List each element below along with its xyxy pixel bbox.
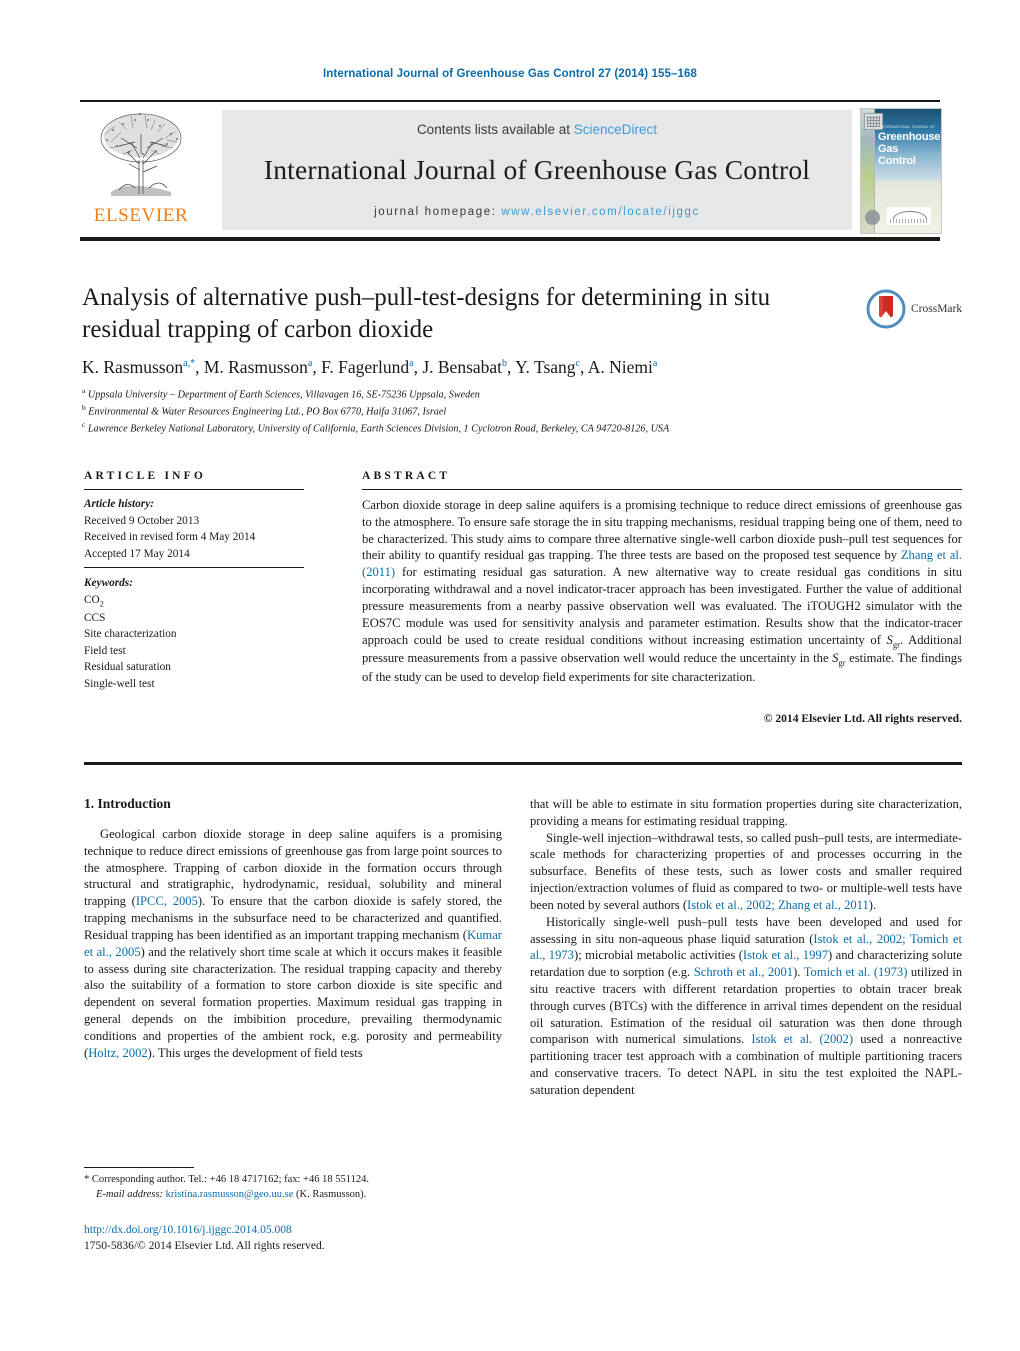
doi-link[interactable]: http://dx.doi.org/10.1016/j.ijggc.2014.0… (84, 1224, 292, 1236)
affiliation-item: b Environmental & Water Resources Engine… (82, 402, 447, 418)
author-affiliation-mark: a (652, 358, 658, 370)
author-affiliation-mark: a (409, 358, 414, 370)
cover-title-line-2: Gas Control (878, 143, 916, 167)
article-history-item-0: Received 9 October 2013 (84, 514, 200, 527)
footnote-rule (84, 1167, 194, 1168)
author-name: F. Fagerlunda (321, 357, 414, 377)
article-history-item-1: Received in revised form 4 May 2014 (84, 531, 256, 544)
cover-badge-icon (865, 210, 880, 225)
citation-link[interactable]: Istok et al., 2002; Zhang et al., 2011 (687, 898, 869, 912)
paragraph: Geological carbon dioxide storage in dee… (84, 827, 503, 1060)
section-heading-introduction: 1. Introduction (84, 796, 171, 811)
crossmark-badge[interactable]: CrossMark (866, 286, 964, 332)
author-name: Y. Tsangc (515, 357, 580, 377)
body-column-right: that will be able to estimate in situ fo… (530, 796, 962, 1099)
abstract-bottom-rule (84, 762, 962, 765)
email-owner: (K. Rasmusson). (296, 1189, 367, 1201)
cover-society-logo (887, 207, 931, 225)
citation-link[interactable]: IPCC, 2005 (136, 894, 198, 908)
affiliation-mark: c (82, 419, 86, 429)
article-history-item-2: Accepted 17 May 2014 (84, 547, 190, 560)
contents-available-line: Contents lists available at ScienceDirec… (222, 110, 852, 137)
abstract-text: Carbon dioxide storage in deep saline aq… (362, 498, 962, 685)
crossmark-icon (866, 289, 906, 329)
keyword-item-5: Single-well test (84, 677, 155, 690)
keywords-label: Keywords: (84, 577, 133, 589)
page-title: Analysis of alternative push–pull-test-d… (82, 284, 771, 343)
citation-link[interactable]: Holtz, 2002 (88, 1046, 147, 1060)
elsevier-wordmark: ELSEVIER (93, 205, 189, 226)
info-heading-rule (84, 489, 304, 490)
running-head: International Journal of Greenhouse Gas … (323, 68, 697, 80)
email-link[interactable]: kristina.rasmusson@geo.uu.se (166, 1189, 294, 1200)
email-note: E-mail address: kristina.rasmusson@geo.u… (84, 1187, 504, 1202)
elsevier-logo: ELSEVIER (80, 108, 202, 232)
citation-link[interactable]: Istok et al. (2002) (751, 1032, 853, 1046)
citation-link[interactable]: Istok et al., 1997 (743, 948, 828, 962)
homepage-prefix: journal homepage: (374, 206, 502, 218)
affiliation-item: c Lawrence Berkeley National Laboratory,… (82, 419, 670, 435)
author-name: M. Rasmussona (203, 357, 313, 377)
article-history-label: Article history: (84, 498, 154, 510)
affiliation-item: a Uppsala University – Department of Ear… (82, 386, 480, 401)
journal-band: Contents lists available at ScienceDirec… (222, 110, 852, 230)
citation-link[interactable]: Tomich et al. (1973) (804, 965, 908, 979)
keyword-item-3: Field test (84, 644, 126, 657)
author-affiliation-mark: a (307, 358, 313, 370)
paragraph: Single-well injection–withdrawal tests, … (530, 830, 962, 912)
cover-title-line-1: Greenhouse (878, 131, 941, 143)
info-keywords-rule (84, 567, 304, 568)
journal-title: International Journal of Greenhouse Gas … (263, 154, 811, 185)
keyword-item-4: Residual saturation (84, 661, 171, 674)
masthead-bottom-rule (80, 237, 940, 241)
citation-link[interactable]: Schroth et al., 2001 (694, 965, 793, 979)
cover-supertitle: INTERNATIONAL JOURNAL OF (880, 125, 936, 129)
contents-prefix: Contents lists available at (416, 122, 574, 137)
journal-cover-thumbnail: INTERNATIONAL JOURNAL OF Greenhouse Gas … (860, 108, 942, 234)
abstract-heading: ABSTRACT (362, 470, 451, 482)
keyword-item-0: CO2 (84, 593, 104, 608)
sciencedirect-link[interactable]: ScienceDirect (574, 122, 657, 137)
email-label: E-mail address: (96, 1189, 163, 1201)
author-affiliation-mark: c (575, 358, 580, 370)
corresponding-author-note: * Corresponding author. Tel.: +46 18 471… (84, 1174, 369, 1185)
keyword-item-2: Site characterization (84, 628, 177, 641)
journal-homepage-link[interactable]: www.elsevier.com/locate/ijggc (501, 206, 700, 218)
affiliation-mark: b (82, 402, 86, 412)
journal-masthead: ELSEVIER Contents lists available at Sci… (80, 100, 942, 238)
citation-link[interactable]: Zhang et al. (2011) (362, 548, 962, 579)
author-name: K. Rasmussona,* (82, 357, 196, 377)
abstract-heading-rule (362, 489, 962, 490)
issn-copyright: 1750-5836/© 2014 Elsevier Ltd. All right… (84, 1240, 325, 1252)
article-info-heading: ARTICLE INFO (84, 470, 207, 482)
author-name: A. Niemia (587, 357, 658, 377)
paper-page: International Journal of Greenhouse Gas … (0, 0, 1020, 1351)
citation-link[interactable]: Kumar et al., 2005 (84, 928, 502, 959)
journal-homepage-line: journal homepage: www.elsevier.com/locat… (222, 206, 852, 218)
body-column-left: Geological carbon dioxide storage in dee… (84, 826, 502, 1061)
author-affiliation-mark: a,* (183, 358, 196, 370)
crossmark-label: CrossMark (911, 303, 963, 315)
elsevier-tree-icon (100, 112, 182, 196)
author-list: K. Rasmussona,*, M. Rasmussona, F. Fager… (82, 357, 658, 377)
author-affiliation-mark: b (502, 358, 508, 370)
keyword-item-1: CCS (84, 611, 106, 624)
affiliation-mark: a (82, 386, 86, 395)
article-history-block: Article history: Received 9 October 2013… (84, 496, 304, 562)
paragraph: that will be able to estimate in situ fo… (530, 797, 962, 828)
affiliation-list: a Uppsala University – Department of Ear… (82, 386, 902, 437)
abstract-copyright: © 2014 Elsevier Ltd. All rights reserved… (763, 712, 962, 725)
keywords-block: Keywords: CO2 CCS Site characterization … (84, 575, 304, 693)
paragraph: Historically single-well push–pull tests… (530, 914, 963, 1097)
author-name: J. Bensabatb (422, 357, 508, 377)
footnote-block: * Corresponding author. Tel.: +46 18 471… (84, 1172, 504, 1202)
